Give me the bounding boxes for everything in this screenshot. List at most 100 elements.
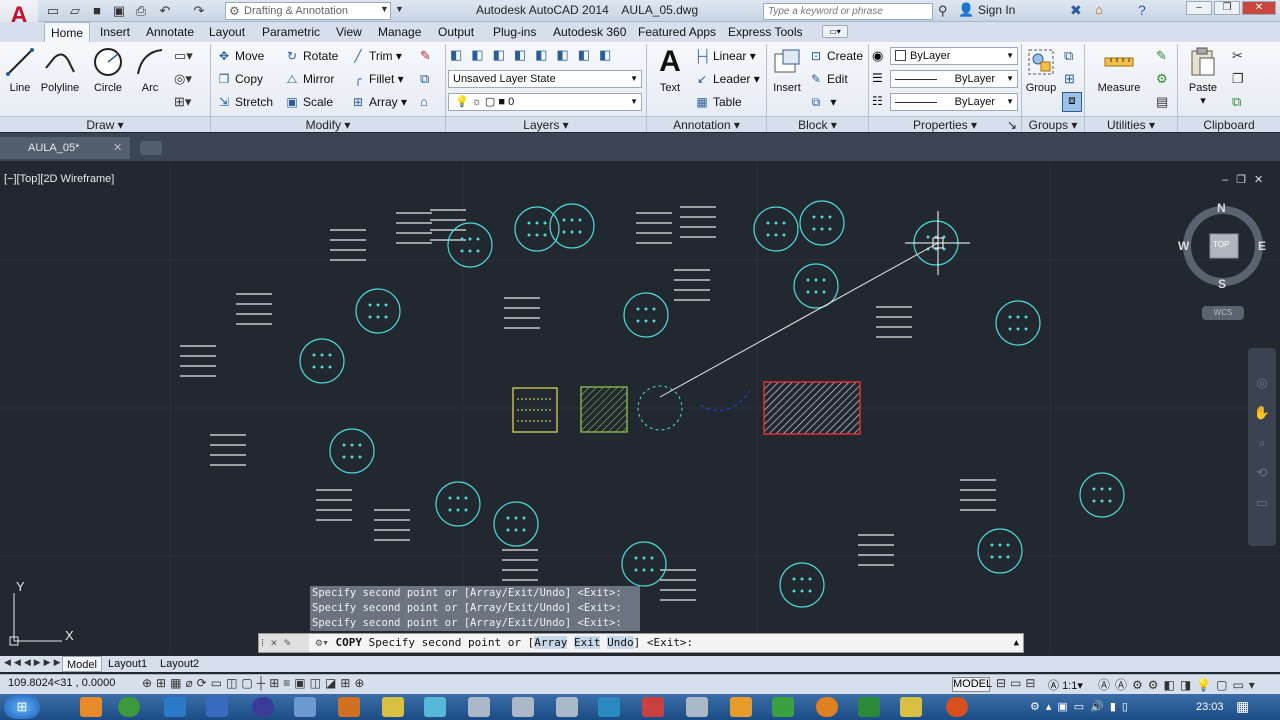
redo-icon[interactable]: ↷ xyxy=(190,2,208,20)
circle-symbol[interactable] xyxy=(977,528,1023,574)
linetype-select[interactable]: ByLayer ▼ xyxy=(890,70,1018,88)
taskbar-clock[interactable]: 23:03 xyxy=(1196,701,1224,713)
quick-access-dropdown-icon[interactable]: ▼ xyxy=(395,4,404,14)
create-block-button[interactable]: ⊡ Create xyxy=(808,47,863,65)
text-lines[interactable] xyxy=(660,569,696,601)
text-lines[interactable] xyxy=(180,345,216,377)
compass-west[interactable]: W xyxy=(1178,239,1189,253)
text-lines[interactable] xyxy=(236,293,272,325)
circle-button[interactable]: Circle xyxy=(90,46,126,94)
line-button[interactable]: Line xyxy=(4,46,36,94)
copy-button[interactable]: ❐ Copy xyxy=(216,70,263,88)
tab-manage[interactable]: Manage xyxy=(372,22,427,42)
fillet-button[interactable]: ╭ Fillet ▾ xyxy=(350,70,403,88)
binoculars-icon[interactable]: ⚲ xyxy=(938,3,948,19)
viewcube[interactable]: N S E W TOP WCS xyxy=(1178,200,1270,320)
annotation-scale[interactable]: Ⓐ 1:1▾ xyxy=(1048,677,1083,693)
option-array[interactable]: Array xyxy=(534,636,568,649)
media-player-icon[interactable] xyxy=(80,697,102,717)
hatch-icon[interactable]: ◎▾ xyxy=(174,71,192,87)
command-line-tools[interactable]: ⁞ ✕ ✎ xyxy=(259,634,309,652)
compass-north[interactable]: N xyxy=(1217,201,1226,215)
drawing-canvas[interactable]: Y X xyxy=(0,163,1280,653)
circle-symbol[interactable] xyxy=(779,562,825,608)
sign-in-button[interactable]: Sign In xyxy=(978,3,1015,17)
app-icon[interactable] xyxy=(686,697,708,717)
app-icon[interactable] xyxy=(816,697,838,717)
layout-tab-layout1[interactable]: Layout1 xyxy=(104,656,151,672)
text-lines[interactable] xyxy=(674,269,710,301)
exchange-icon[interactable]: ✖ xyxy=(1070,2,1082,19)
utilities-panel-title[interactable]: Utilities ▾ xyxy=(1085,116,1177,132)
explorer-icon[interactable] xyxy=(382,697,404,717)
option-undo[interactable]: Undo xyxy=(607,636,634,649)
stretch-button[interactable]: ⇲ Stretch xyxy=(216,93,273,111)
ie-icon[interactable] xyxy=(164,697,186,717)
group-button[interactable]: Group xyxy=(1024,46,1058,94)
insert-block-button[interactable]: Insert xyxy=(770,46,804,94)
color-select[interactable]: ByLayer ▼ xyxy=(890,47,1018,65)
text-lines[interactable] xyxy=(316,489,352,521)
text-lines[interactable] xyxy=(210,434,246,466)
workspace-select[interactable]: Drafting & Annotation xyxy=(225,2,391,20)
table-button[interactable]: ▦ Table xyxy=(694,93,741,111)
app-icon[interactable] xyxy=(206,697,228,717)
coordinates-display[interactable]: 109.8024<31 , 0.0000 xyxy=(8,677,115,689)
circle-symbol[interactable] xyxy=(435,481,481,527)
calculator-icon[interactable]: ▤ xyxy=(1156,94,1168,110)
viewport-window-controls[interactable]: –❐✕ xyxy=(1222,173,1271,186)
tab-express-tools[interactable]: Express Tools xyxy=(722,22,808,42)
text-lines[interactable] xyxy=(876,306,912,338)
wcs-menu[interactable]: WCS xyxy=(1202,306,1244,320)
properties-panel-title[interactable]: Properties ▾ ↘ xyxy=(869,116,1021,132)
text-lines[interactable] xyxy=(680,206,716,238)
leader-button[interactable]: ↙ Leader ▾ xyxy=(694,70,760,88)
text-lines[interactable] xyxy=(396,212,432,244)
tab-view[interactable]: View xyxy=(330,22,368,42)
chrome-icon[interactable] xyxy=(118,697,140,717)
drafting-toggles[interactable]: ⊕⊞▦⌀⟳▭◫▢┼⊞≡▣◫◪⊞⊕ xyxy=(142,676,368,690)
tab-output[interactable]: Output xyxy=(432,22,480,42)
status-tray-icons[interactable]: ⒶⒶ⚙⚙◧◨💡▢▭▾ xyxy=(1098,676,1260,693)
clipboard-panel-title[interactable]: Clipboard xyxy=(1178,116,1280,132)
tab-layout[interactable]: Layout xyxy=(203,22,251,42)
file-tab-aula-05[interactable]: AULA_05* xyxy=(0,137,130,159)
circle-symbol[interactable] xyxy=(621,541,667,587)
model-space-button[interactable]: MODEL xyxy=(952,677,992,692)
app-icon[interactable] xyxy=(730,697,752,717)
draw-panel-title[interactable]: Draw ▾ xyxy=(0,116,210,132)
open-icon[interactable]: ▱ xyxy=(66,2,84,20)
block-panel-title[interactable]: Block ▾ xyxy=(767,116,868,132)
tab-featured-apps[interactable]: Featured Apps xyxy=(632,22,722,42)
group-edit-icon[interactable]: ⊞ xyxy=(1064,71,1075,87)
system-tray[interactable]: ⚙▴▣▭🔊▮▯ xyxy=(1030,700,1134,713)
ungroup-icon[interactable]: ⧉ xyxy=(1064,48,1073,64)
modify-panel-title[interactable]: Modify ▾ xyxy=(211,116,445,132)
erase-icon[interactable]: ✎ xyxy=(420,48,431,64)
text-lines[interactable] xyxy=(960,479,996,511)
save-as-icon[interactable]: ▣ xyxy=(110,2,128,20)
circle-symbol[interactable] xyxy=(753,206,799,252)
app-icon[interactable] xyxy=(946,697,968,717)
circle-symbol[interactable] xyxy=(799,200,845,246)
new-icon[interactable]: ▭ xyxy=(44,2,62,20)
edit-block-button[interactable]: ✎ Edit xyxy=(808,70,848,88)
text-lines[interactable] xyxy=(502,549,538,581)
undo-icon[interactable]: ↶ xyxy=(156,2,174,20)
autodesk-app-icon[interactable]: ⌂ xyxy=(1095,2,1103,17)
offset-icon[interactable]: ⌂ xyxy=(420,94,428,109)
green-hatch-block[interactable] xyxy=(580,386,628,433)
rotate-button[interactable]: ↻ Rotate xyxy=(284,47,338,65)
command-history-toggle[interactable]: ▲ xyxy=(1014,634,1019,652)
scale-button[interactable]: ▣ Scale xyxy=(284,93,333,111)
tab-annotate[interactable]: Annotate xyxy=(140,22,200,42)
cut-icon[interactable]: ✂ xyxy=(1232,48,1243,64)
drawing-area[interactable]: Y X xyxy=(0,163,1280,653)
copy-clip-icon[interactable]: ❐ xyxy=(1232,71,1244,87)
command-line[interactable]: ⁞ ✕ ✎ ⚙▾ COPY Specify second point or [A… xyxy=(258,633,1024,653)
app-icon[interactable] xyxy=(338,697,360,717)
trim-button[interactable]: ╱ Trim ▾ xyxy=(350,47,402,65)
minimize-button[interactable]: – xyxy=(1186,1,1212,15)
circle-symbol[interactable] xyxy=(355,288,401,334)
app-icon[interactable] xyxy=(252,697,274,717)
